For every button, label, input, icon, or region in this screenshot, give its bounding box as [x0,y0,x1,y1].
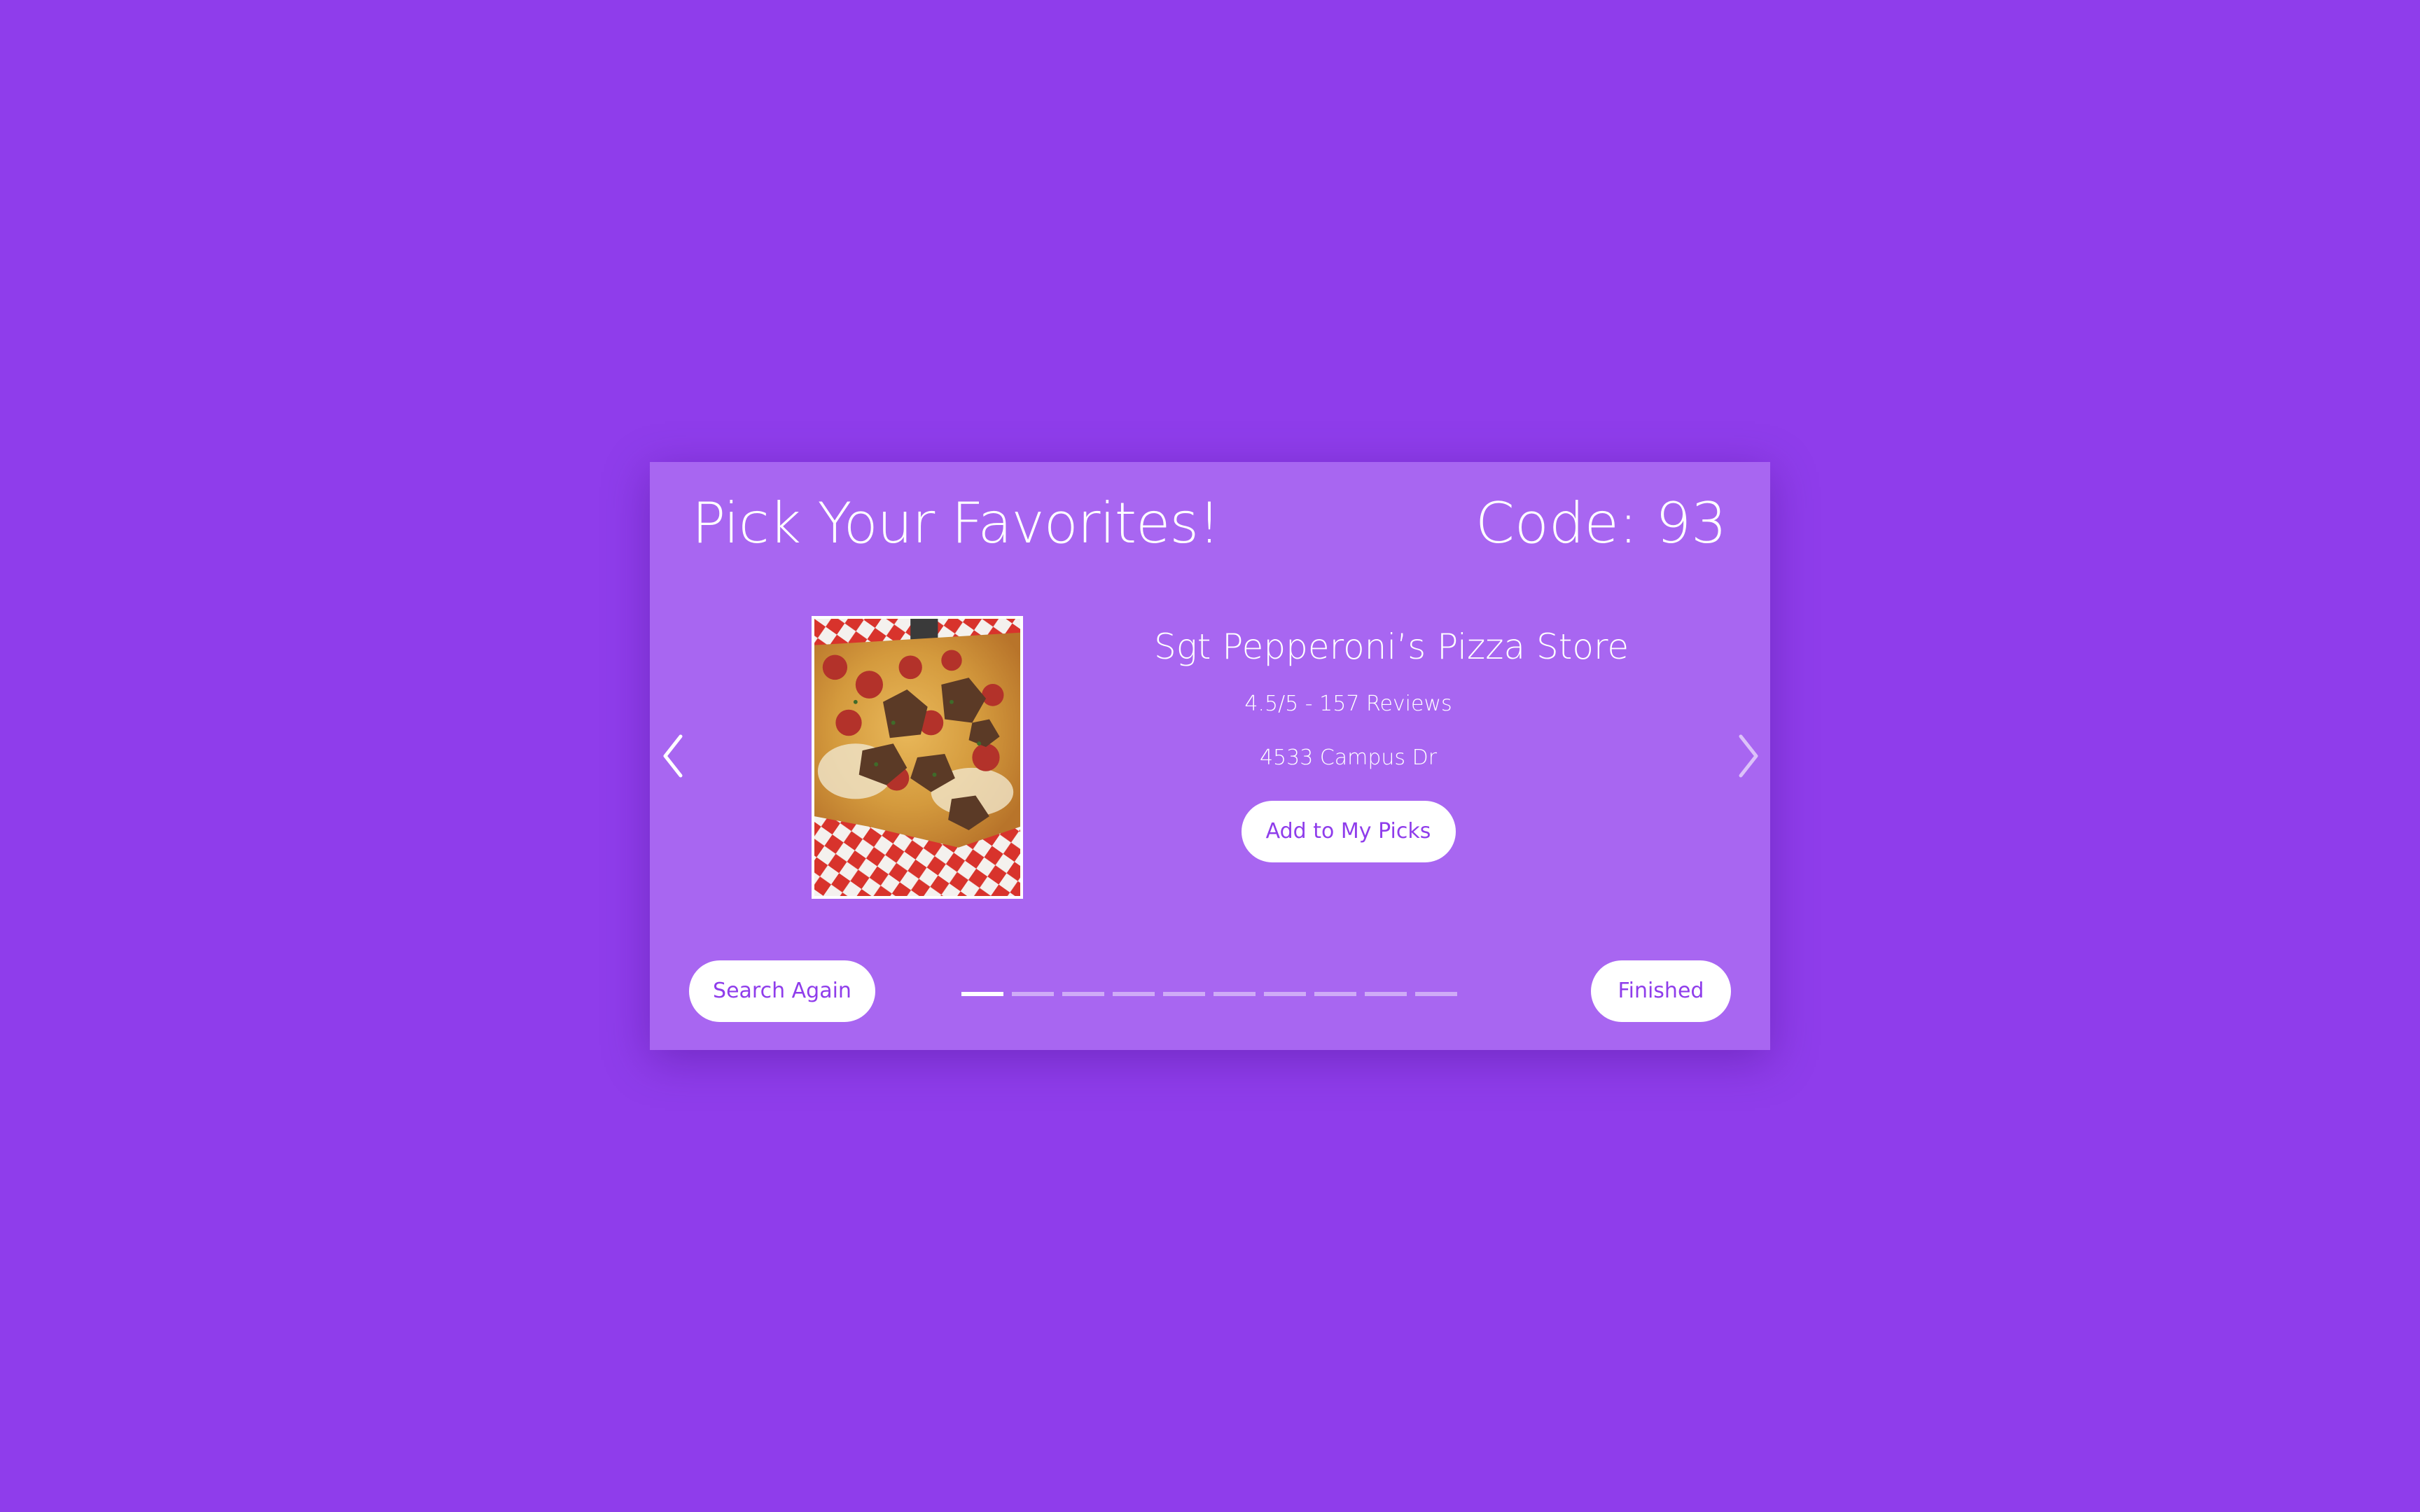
carousel-dot[interactable] [961,992,1003,996]
restaurant-address: 4533 Campus Dr [1259,746,1438,770]
restaurant-photo [812,616,1023,899]
restaurant-name: Sgt Pepperoni’s Pizza Store [1154,626,1629,667]
carousel-dot[interactable] [1012,992,1054,996]
carousel-dot[interactable] [1214,992,1256,996]
search-again-button[interactable]: Search Again [689,960,875,1022]
carousel-dot[interactable] [1314,992,1356,996]
picks-card: Pick Your Favorites! Code: 93 Sgt Pepper… [650,462,1770,1050]
carousel-dot[interactable] [1113,992,1155,996]
carousel-dot[interactable] [1415,992,1457,996]
carousel-dot[interactable] [1163,992,1205,996]
restaurant-info: Sgt Pepperoni’s Pizza Store 4.5/5 - 157 … [1154,616,1629,862]
chevron-left-icon[interactable] [660,728,688,784]
carousel-pagination [961,992,1457,996]
restaurant-rating: 4.5/5 - 157 Reviews [1244,692,1452,716]
add-to-picks-button[interactable]: Add to My Picks [1241,801,1456,862]
carousel-dot[interactable] [1264,992,1306,996]
page-title: Pick Your Favorites! [692,491,1221,556]
finished-button[interactable]: Finished [1591,960,1731,1022]
chevron-right-icon[interactable] [1734,728,1762,784]
session-code: Code: 93 [1475,491,1727,556]
carousel-dot[interactable] [1062,992,1104,996]
carousel-dot[interactable] [1365,992,1407,996]
